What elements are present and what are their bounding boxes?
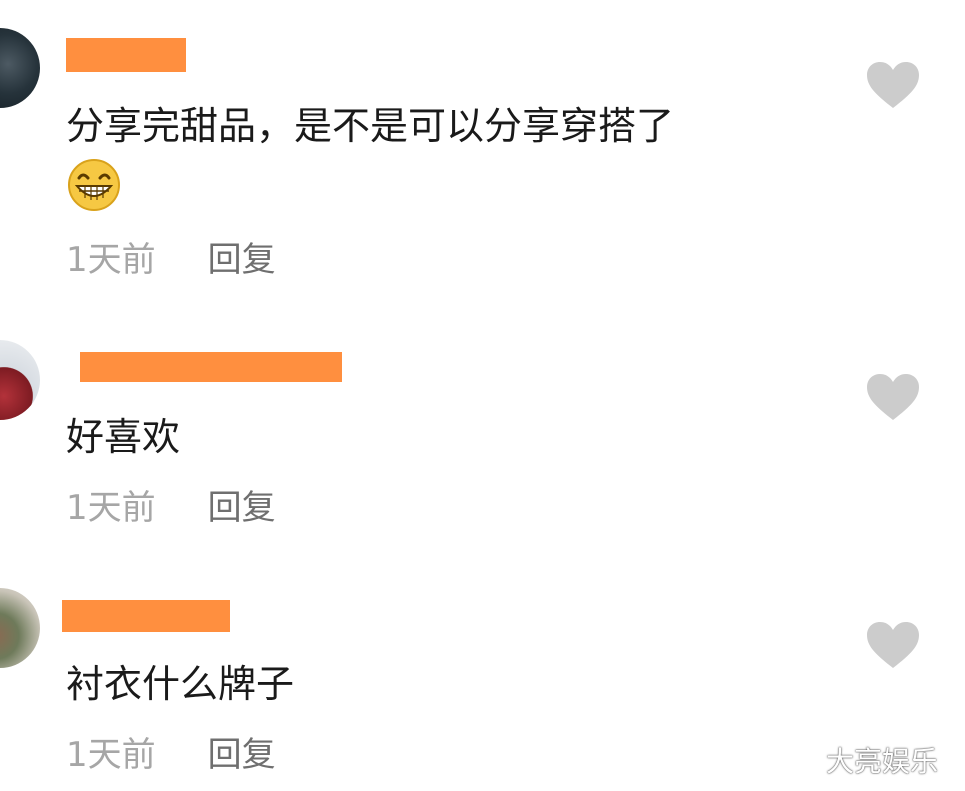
redacted-username <box>80 352 342 382</box>
user-avatar[interactable] <box>0 28 40 108</box>
redacted-username <box>66 38 186 72</box>
comment-time: 1天前 <box>66 735 156 775</box>
grinning-face-icon <box>68 159 120 211</box>
comment-meta: 1天前 回复 <box>66 488 276 528</box>
comment-time: 1天前 <box>66 488 156 528</box>
comment-meta: 1天前 回复 <box>66 240 276 280</box>
comment-text: 分享完甜品，是不是可以分享穿搭了 <box>66 104 675 148</box>
redacted-username <box>62 600 230 632</box>
comment-text: 衬衣什么牌子 <box>66 662 295 706</box>
comment-item: 衬衣什么牌子 1天前 回复 <box>0 550 965 791</box>
comment-meta: 1天前 回复 <box>66 735 276 775</box>
heart-icon[interactable] <box>865 620 921 670</box>
user-avatar[interactable] <box>0 340 40 420</box>
comment-text: 好喜欢 <box>66 415 181 459</box>
reply-button[interactable]: 回复 <box>208 735 276 775</box>
user-avatar[interactable] <box>0 588 40 668</box>
comment-item: 分享完甜品，是不是可以分享穿搭了 1天前 回复 <box>0 0 965 300</box>
comment-time: 1天前 <box>66 240 156 280</box>
reply-button[interactable]: 回复 <box>208 488 276 528</box>
reply-button[interactable]: 回复 <box>208 240 276 280</box>
heart-icon[interactable] <box>865 372 921 422</box>
heart-icon[interactable] <box>865 60 921 110</box>
watermark: 大亮娱乐 <box>826 745 939 778</box>
comment-item: 好喜欢 1天前 回复 <box>0 300 965 550</box>
